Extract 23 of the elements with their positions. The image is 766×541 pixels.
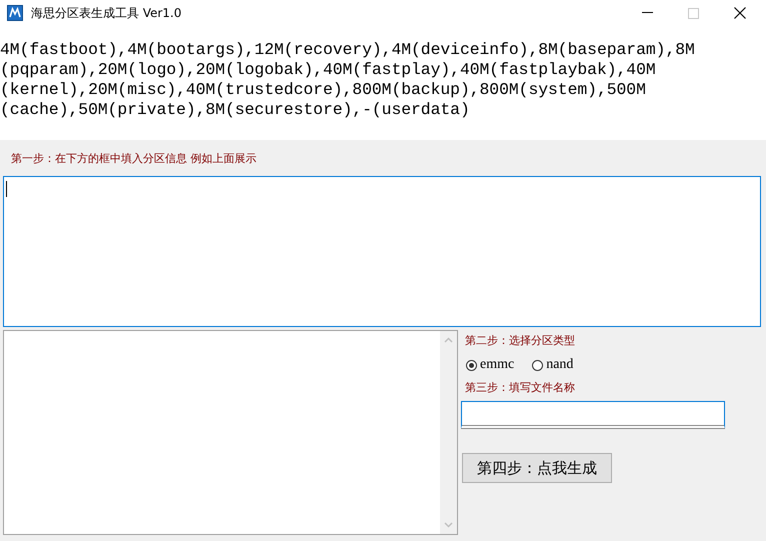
maximize-icon[interactable] — [688, 8, 699, 18]
example-text-line: 4M(fastboot),4M(bootargs),12M(recovery),4M(deviceinfo),8M(baseparam),8M — [0, 40, 695, 60]
radio-label[interactable]: nand — [546, 357, 574, 373]
scroll-down-icon[interactable] — [444, 522, 453, 528]
minimize-icon[interactable] — [642, 12, 653, 14]
output-field[interactable] — [3, 330, 458, 535]
example-text-line: (pqparam),20M(logo),20M(logobak),40M(fastplay),40M(fastplaybak),40M — [0, 60, 656, 80]
step-label: 第三步：填写文件名称 — [465, 380, 575, 395]
radio-label[interactable]: emmc — [480, 357, 514, 373]
filename-input[interactable] — [461, 401, 725, 429]
generate-button[interactable]: 第四步：点我生成 — [462, 453, 612, 483]
partition-input[interactable] — [3, 176, 761, 327]
example-text-line: (cache),50M(private),8M(securestore),-(userdata) — [0, 100, 470, 120]
example-text-line: (kernel),20M(misc),40M(trustedcore),800M(backup),800M(system),500M — [0, 80, 646, 100]
close-icon[interactable] — [734, 7, 746, 19]
scrollbar[interactable] — [440, 331, 457, 534]
window-title: 海思分区表生成工具 Ver1.0 — [31, 4, 182, 22]
radio-button[interactable] — [532, 360, 544, 370]
scroll-up-icon[interactable] — [444, 337, 453, 343]
radio-button[interactable] — [466, 360, 477, 370]
app-icon — [7, 5, 23, 21]
step-label: 第一步：在下方的框中填入分区信息 例如上面展示 — [11, 150, 256, 166]
step-label: 第二步：选择分区类型 — [465, 333, 575, 348]
